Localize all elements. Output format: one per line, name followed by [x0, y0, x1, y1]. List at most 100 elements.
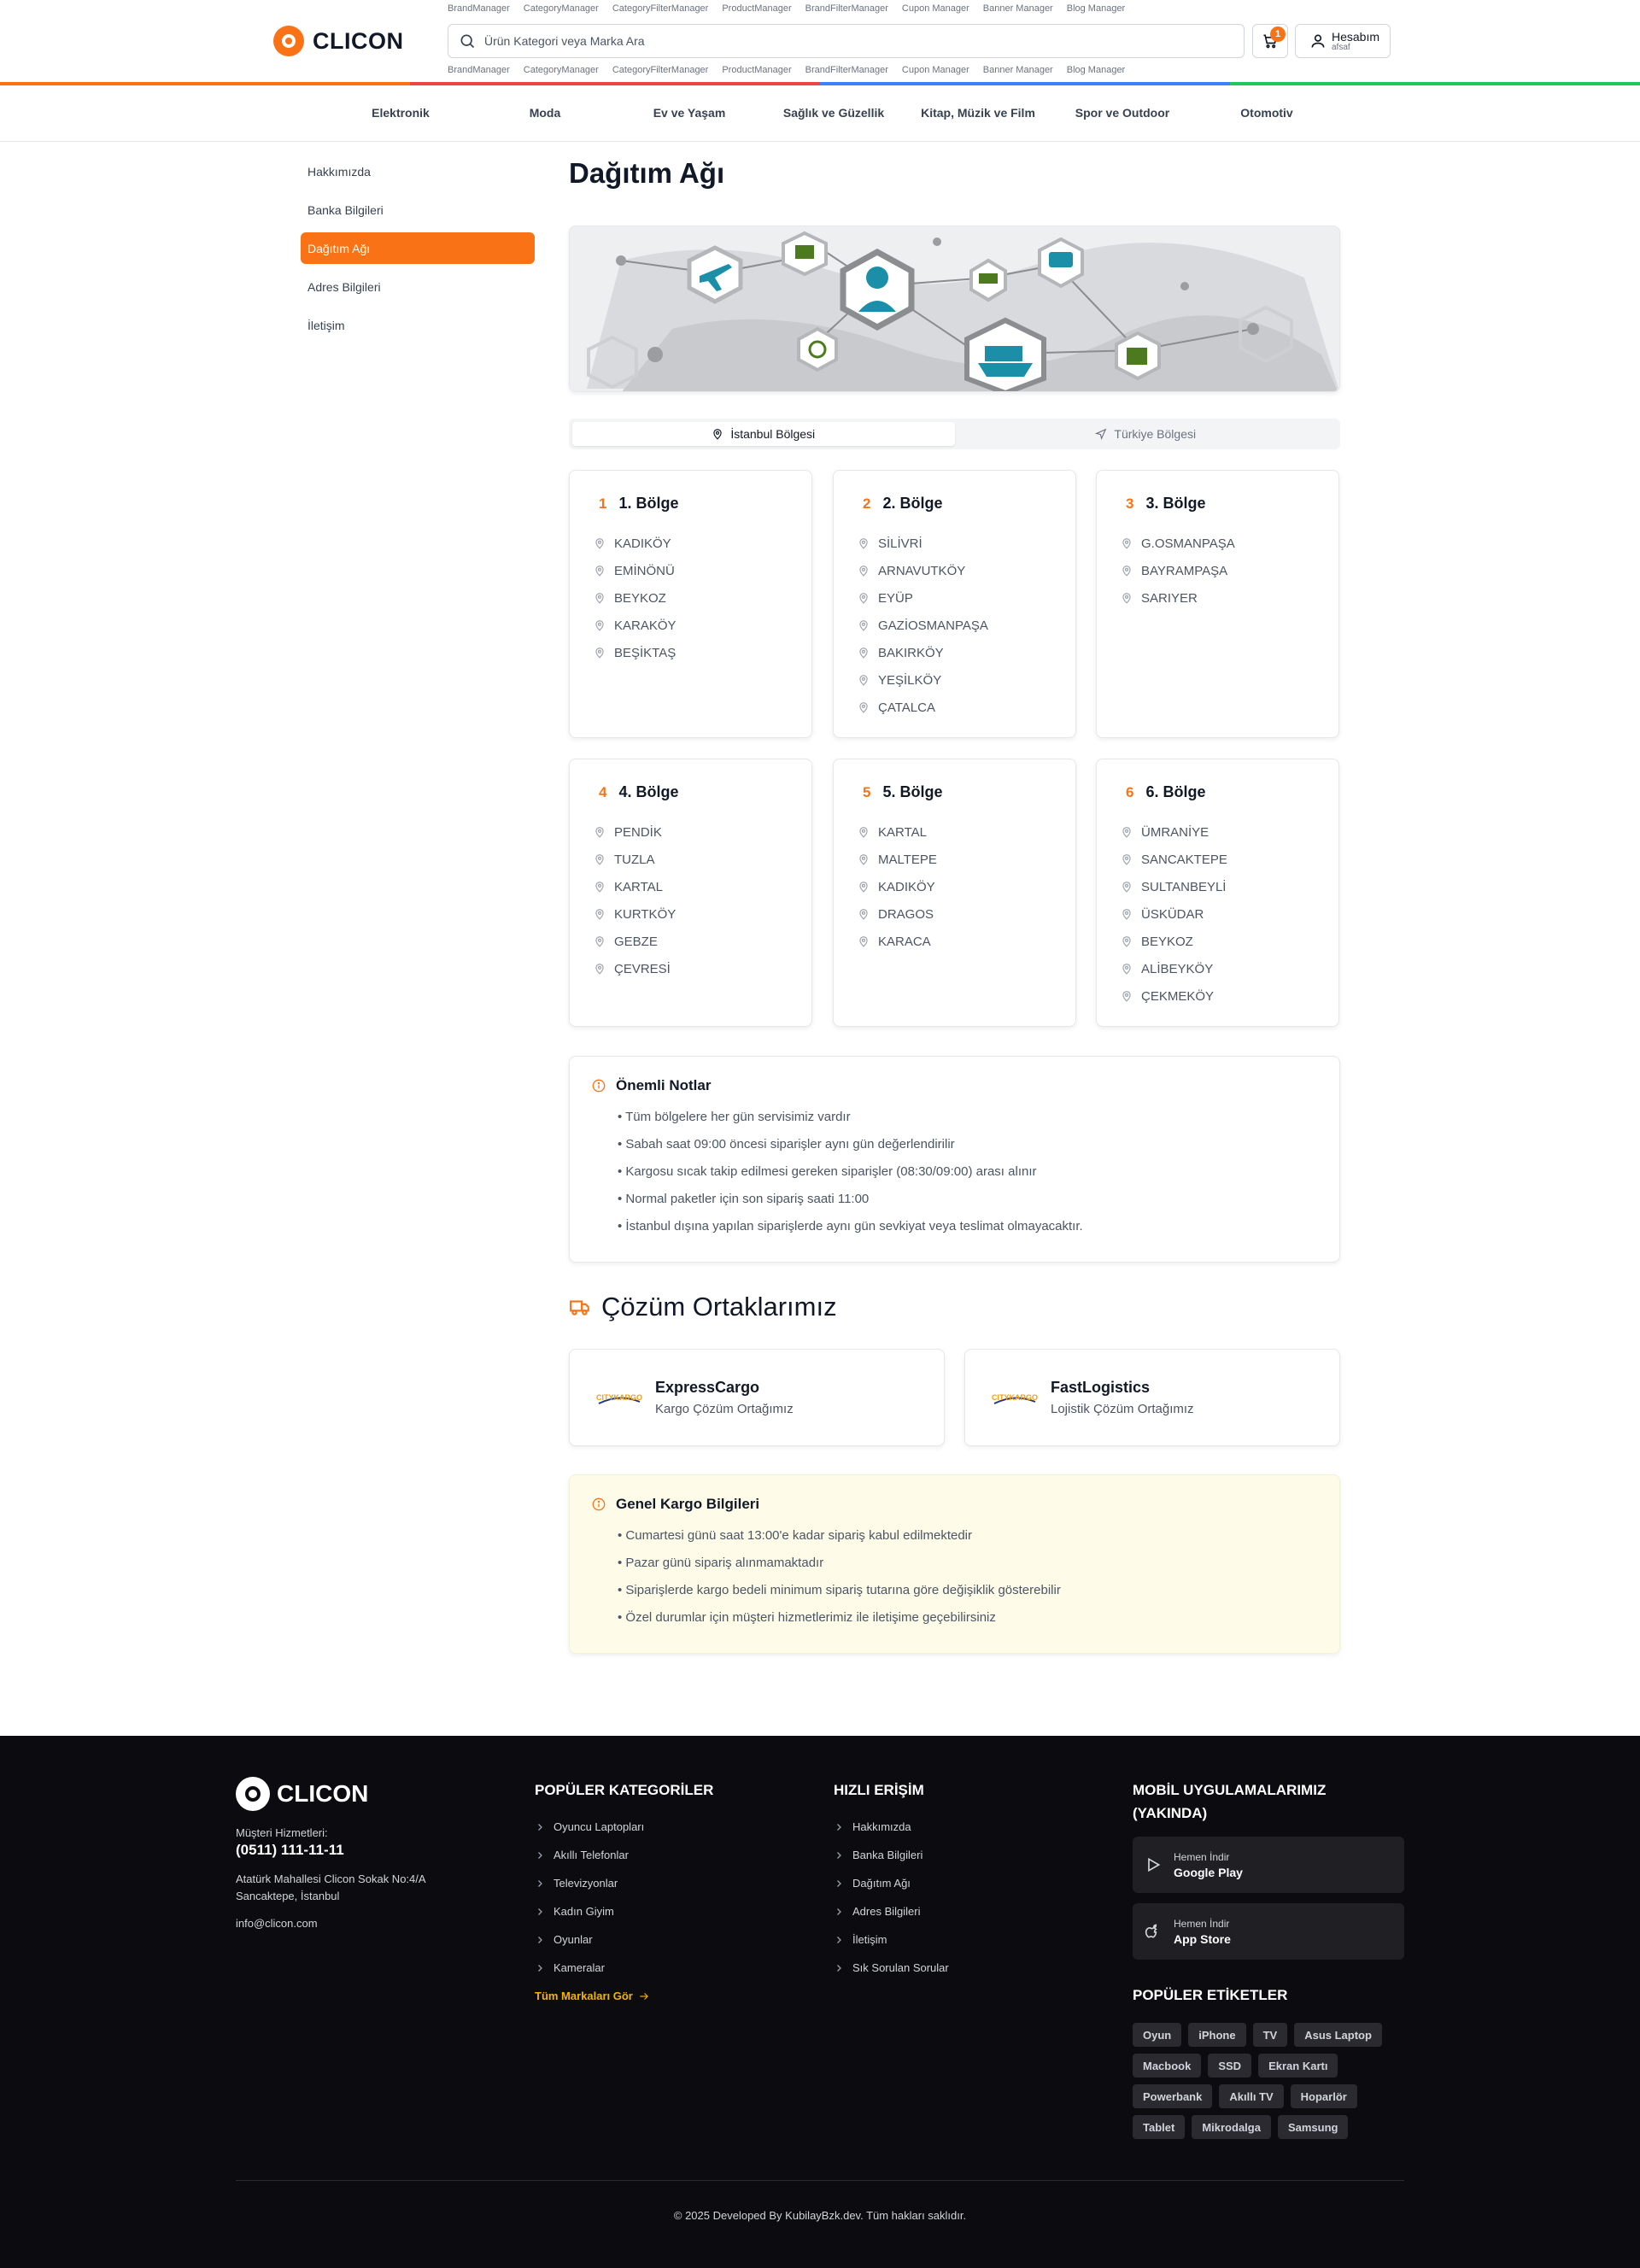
manager-link[interactable]: CategoryManager — [524, 65, 599, 75]
footer-link[interactable]: Sık Sorulan Sorular — [834, 1954, 949, 1982]
footer-link[interactable]: Akıllı Telefonlar — [535, 1841, 644, 1869]
map-pin-icon — [595, 620, 604, 631]
all-brands-link[interactable]: Tüm Markaları Gör — [535, 1990, 650, 2002]
note-item: • İstanbul dışına yapılan siparişlerde a… — [618, 1219, 1083, 1234]
category-link-moda[interactable]: Moda — [530, 106, 561, 120]
map-pin-icon — [595, 909, 604, 920]
sidebar-item-adres[interactable]: Adres Bilgileri — [301, 271, 535, 302]
district-name: ÇEVRESİ — [614, 961, 671, 976]
tag-chip[interactable]: Akıllı TV — [1219, 2084, 1284, 2108]
map-pin-icon — [859, 648, 868, 659]
tag-chip[interactable]: Asus Laptop — [1294, 2023, 1382, 2047]
manager-link[interactable]: CategoryFilterManager — [612, 65, 709, 75]
sidebar-item-iletisim[interactable]: İletişim — [301, 309, 535, 341]
footer-link[interactable]: İletişim — [834, 1925, 949, 1954]
category-link-ev-yasam[interactable]: Ev ve Yaşam — [653, 106, 726, 120]
category-link-elektronik[interactable]: Elektronik — [372, 106, 430, 120]
district-item: ALİBEYKÖY — [1121, 955, 1338, 982]
footer-link[interactable]: Oyunlar — [535, 1925, 644, 1954]
google-play-button[interactable]: Hemen İndir Google Play — [1133, 1837, 1404, 1893]
tag-chip[interactable]: Tablet — [1133, 2115, 1186, 2139]
partner-name: ExpressCargo — [655, 1379, 760, 1396]
footer-link[interactable]: Kameralar — [535, 1954, 644, 1982]
region-number: 2 — [863, 495, 871, 512]
manager-link[interactable]: Cupon Manager — [902, 3, 969, 14]
tag-chip[interactable]: Mikrodalga — [1192, 2115, 1271, 2139]
district-item: BAKIRKÖY — [858, 639, 1075, 666]
cargo-info-panel: Genel Kargo Bilgileri • Cumartesi günü s… — [569, 1474, 1340, 1654]
app-store-button[interactable]: Hemen İndir App Store — [1133, 1903, 1404, 1960]
district-item: MALTEPE — [858, 846, 1075, 873]
region-name: 3. Bölge — [1145, 495, 1206, 512]
category-link-spor[interactable]: Spor ve Outdoor — [1075, 106, 1169, 120]
region-card: 1 1. Bölge KADIKÖY EMİNÖNÜ BEYKOZ KARAKÖY BEŞİ… — [569, 470, 812, 738]
manager-link[interactable]: BrandManager — [448, 65, 510, 75]
category-nav: Elektronik Moda Ev ve Yaşam Sağlık ve Gü… — [0, 85, 1640, 142]
district-name: ARNAVUTKÖY — [878, 563, 966, 578]
footer-link[interactable]: Oyuncu Laptopları — [535, 1813, 644, 1841]
district-item: SULTANBEYLİ — [1121, 873, 1338, 900]
footer-link[interactable]: Hakkımızda — [834, 1813, 949, 1841]
district-item: GAZİOSMANPAŞA — [858, 612, 1075, 639]
tag-chip[interactable]: Samsung — [1277, 2115, 1349, 2139]
district-name: KARTAL — [878, 824, 927, 840]
map-pin-icon — [1122, 566, 1131, 577]
tab-istanbul[interactable]: İstanbul Bölgesi — [572, 422, 955, 446]
logo[interactable]: CLICON — [273, 26, 404, 56]
mobile-apps-title: MOBİL UYGULAMALARIMIZ (YAKINDA) — [1133, 1782, 1327, 1821]
category-link-otomotiv[interactable]: Otomotiv — [1240, 106, 1292, 120]
manager-link[interactable]: Banner Manager — [983, 3, 1053, 14]
sidebar-item-dagitim[interactable]: Dağıtım Ağı — [301, 232, 535, 264]
sidebar-item-banka[interactable]: Banka Bilgileri — [301, 194, 535, 226]
search-input[interactable] — [484, 34, 1219, 48]
footer-link[interactable]: Banka Bilgileri — [834, 1841, 949, 1869]
tag-chip[interactable]: Powerbank — [1133, 2084, 1213, 2108]
tab-turkiye[interactable]: Türkiye Bölgesi — [955, 422, 1338, 446]
manager-link[interactable]: ProductManager — [722, 65, 791, 75]
tag-chip[interactable]: SSD — [1208, 2054, 1252, 2078]
footer-link[interactable]: Dağıtım Ağı — [834, 1869, 949, 1897]
region-card: 3 3. Bölge G.OSMANPAŞA BAYRAMPAŞA SARIYER — [1096, 470, 1339, 738]
sidebar-item-hakkimizda[interactable]: Hakkımızda — [301, 155, 535, 187]
footer-link-label: Televizyonlar — [554, 1877, 618, 1890]
manager-link[interactable]: Banner Manager — [983, 65, 1053, 75]
map-pin-icon — [1122, 909, 1131, 920]
tag-chip[interactable]: Oyun — [1133, 2023, 1182, 2047]
category-link-saglik[interactable]: Sağlık ve Güzellik — [783, 106, 884, 120]
partner-card[interactable]: CITYKARGO FastLogistics Lojistik Çözüm O… — [964, 1349, 1340, 1446]
manager-link[interactable]: ProductManager — [722, 3, 791, 14]
manager-link[interactable]: CategoryFilterManager — [612, 3, 709, 14]
footer-link[interactable]: Televizyonlar — [535, 1869, 644, 1897]
tag-chip[interactable]: TV — [1252, 2023, 1288, 2047]
tag-chip[interactable]: iPhone — [1188, 2023, 1246, 2047]
map-pin-icon — [595, 964, 604, 975]
partner-card[interactable]: CITYKARGO ExpressCargo Kargo Çözüm Ortağ… — [569, 1349, 945, 1446]
manager-link[interactable]: BrandFilterManager — [805, 65, 888, 75]
footer-link[interactable]: Adres Bilgileri — [834, 1897, 949, 1925]
cart-button[interactable]: 1 — [1252, 24, 1288, 58]
category-link-kitap[interactable]: Kitap, Müzik ve Film — [921, 106, 1035, 120]
manager-link[interactable]: CategoryManager — [524, 3, 599, 14]
footer-logo[interactable]: CLICON — [236, 1777, 368, 1811]
district-name: ÜSKÜDAR — [1141, 906, 1204, 922]
footer-email[interactable]: info@clicon.com — [236, 1917, 318, 1930]
popular-categories-list: Oyuncu Laptopları Akıllı Telefonlar Televi… — [535, 1813, 644, 1982]
truck-icon — [570, 1300, 589, 1316]
tab-turkiye-label: Türkiye Bölgesi — [1114, 427, 1197, 441]
district-name: KARTAL — [614, 879, 663, 894]
district-item: ÇATALCA — [858, 694, 1075, 721]
support-phone[interactable]: (0511) 111-11-11 — [236, 1842, 344, 1859]
tag-chip[interactable]: Ekran Kartı — [1258, 2054, 1338, 2078]
sidebar-nav: Hakkımızda Banka Bilgileri Dağıtım Ağı A… — [301, 155, 535, 348]
tag-chip[interactable]: Hoparlör — [1290, 2084, 1357, 2108]
manager-link[interactable]: Blog Manager — [1067, 3, 1126, 14]
partner-logo: CITYKARGO — [595, 1385, 643, 1410]
manager-link[interactable]: BrandManager — [448, 3, 510, 14]
manager-link[interactable]: Blog Manager — [1067, 65, 1126, 75]
manager-link[interactable]: Cupon Manager — [902, 65, 969, 75]
tag-chip[interactable]: Macbook — [1133, 2054, 1202, 2078]
map-pin-icon — [859, 566, 868, 577]
manager-link[interactable]: BrandFilterManager — [805, 3, 888, 14]
footer-link[interactable]: Kadın Giyim — [535, 1897, 644, 1925]
account-button[interactable]: Hesabım afsaf — [1295, 24, 1391, 58]
